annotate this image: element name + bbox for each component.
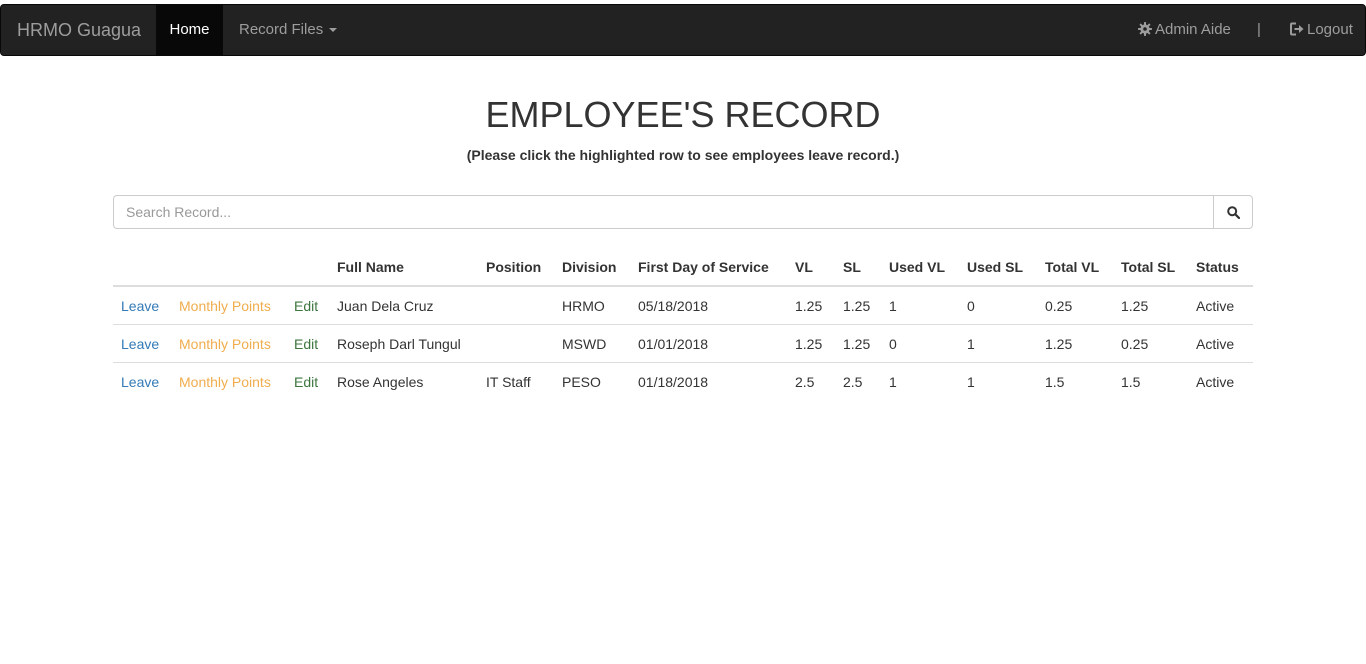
monthly-points-link-label: Monthly Points bbox=[179, 373, 271, 390]
cell-position: IT Staff bbox=[486, 373, 531, 390]
monthly-points-link[interactable]: Monthly Points bbox=[171, 363, 286, 401]
top-navbar: HRMO Guagua Home Record Files Admin Aide… bbox=[0, 4, 1366, 56]
cell-full-name: Roseph Darl Tungul bbox=[329, 324, 478, 363]
leave-link-label: Leave bbox=[121, 373, 160, 390]
cell-used-sl: 1 bbox=[967, 373, 975, 390]
edit-link-label: Edit bbox=[294, 373, 319, 390]
table-row[interactable]: Leave Monthly Points Edit Roseph Darl Tu… bbox=[113, 324, 1253, 363]
edit-link-label: Edit bbox=[294, 335, 319, 352]
leave-link[interactable]: Leave bbox=[113, 363, 171, 401]
nav-admin-aide[interactable]: Admin Aide bbox=[1138, 5, 1231, 55]
logout-icon bbox=[1290, 22, 1304, 36]
cell-position bbox=[478, 324, 554, 363]
page-subtitle: (Please click the highlighted row to see… bbox=[466, 147, 900, 163]
cell-vl: 2.5 bbox=[795, 373, 815, 390]
cell-total-vl: 1.5 bbox=[1045, 373, 1065, 390]
monthly-points-link-label: Monthly Points bbox=[179, 297, 271, 314]
table-header-row: Full Name Position Division First Day of… bbox=[113, 248, 1253, 287]
monthly-points-link[interactable]: Monthly Points bbox=[171, 324, 286, 363]
cell-used-vl: 0 bbox=[881, 324, 959, 363]
cell-full-name: Juan Dela Cruz bbox=[329, 286, 478, 325]
cell-sl: 1.25 bbox=[835, 286, 881, 325]
search-group bbox=[113, 195, 1253, 229]
edit-link[interactable]: Edit bbox=[286, 363, 329, 401]
column-header-vl: VL bbox=[787, 248, 835, 287]
column-header-total-vl: Total VL bbox=[1037, 248, 1113, 287]
table-row[interactable]: Leave Monthly Points Edit Juan Dela Cruz… bbox=[113, 286, 1253, 325]
cell-used-vl: 1 bbox=[889, 373, 897, 390]
edit-link-label: Edit bbox=[294, 297, 319, 314]
cell-status: Active bbox=[1196, 373, 1235, 390]
page-title: EMPLOYEE'S RECORD bbox=[485, 94, 881, 135]
column-header-sl: SL bbox=[835, 248, 881, 287]
nav-separator: | bbox=[1257, 21, 1261, 38]
table-row[interactable]: Leave Monthly Points Edit Rose Angeles I… bbox=[113, 363, 1253, 401]
nav-admin-label: Admin Aide bbox=[1155, 21, 1231, 38]
leave-link-label: Leave bbox=[121, 335, 160, 352]
cell-total-sl: 1.5 bbox=[1121, 373, 1141, 390]
cell-total-vl: 1.25 bbox=[1037, 324, 1113, 363]
column-header-position: Position bbox=[478, 248, 554, 287]
nav-record-files-label: Record Files bbox=[239, 21, 324, 38]
leave-link[interactable]: Leave bbox=[113, 286, 171, 325]
leave-link[interactable]: Leave bbox=[113, 324, 171, 363]
column-header bbox=[171, 248, 286, 287]
cell-total-sl: 1.25 bbox=[1113, 286, 1188, 325]
cell-division: PESO bbox=[562, 373, 601, 390]
column-header bbox=[286, 248, 329, 287]
cell-used-vl: 1 bbox=[881, 286, 959, 325]
nav-home[interactable]: Home bbox=[156, 5, 223, 55]
column-header-first-day: First Day of Service bbox=[630, 248, 787, 287]
column-header-total-sl: Total SL bbox=[1113, 248, 1188, 287]
cell-position bbox=[478, 286, 554, 325]
gear-icon bbox=[1138, 22, 1152, 36]
cell-total-vl: 0.25 bbox=[1037, 286, 1113, 325]
cell-division: MSWD bbox=[554, 324, 630, 363]
cell-total-sl: 0.25 bbox=[1113, 324, 1188, 363]
cell-first-day: 01/01/2018 bbox=[630, 324, 787, 363]
caret-down-icon bbox=[329, 28, 338, 33]
nav-logout-label: Logout bbox=[1307, 21, 1353, 38]
nav-logout[interactable]: Logout bbox=[1290, 5, 1353, 55]
edit-link[interactable]: Edit bbox=[286, 324, 329, 363]
employee-table: Full Name Position Division First Day of… bbox=[113, 248, 1253, 400]
cell-status: Active bbox=[1188, 324, 1253, 363]
cell-first-day: 01/18/2018 bbox=[638, 373, 709, 390]
cell-used-sl: 1 bbox=[959, 324, 1037, 363]
search-input[interactable] bbox=[113, 195, 1214, 229]
nav-home-label: Home bbox=[169, 21, 210, 38]
cell-full-name: Rose Angeles bbox=[337, 373, 424, 390]
leave-link-label: Leave bbox=[121, 297, 160, 314]
cell-used-sl: 0 bbox=[959, 286, 1037, 325]
cell-vl: 1.25 bbox=[787, 324, 835, 363]
brand-link[interactable]: HRMO Guagua bbox=[17, 5, 141, 55]
cell-first-day: 05/18/2018 bbox=[630, 286, 787, 325]
column-header-full-name: Full Name bbox=[329, 248, 478, 287]
column-header-used-sl: Used SL bbox=[959, 248, 1037, 287]
edit-link[interactable]: Edit bbox=[286, 286, 329, 325]
search-icon bbox=[1227, 206, 1240, 219]
monthly-points-link[interactable]: Monthly Points bbox=[171, 286, 286, 325]
cell-vl: 1.25 bbox=[787, 286, 835, 325]
cell-division: HRMO bbox=[554, 286, 630, 325]
column-header bbox=[113, 248, 171, 287]
column-header-status: Status bbox=[1188, 248, 1253, 287]
cell-sl: 2.5 bbox=[843, 373, 863, 390]
cell-status: Active bbox=[1188, 286, 1253, 325]
column-header-used-vl: Used VL bbox=[881, 248, 959, 287]
search-button[interactable] bbox=[1213, 195, 1253, 229]
nav-record-files-dropdown[interactable]: Record Files bbox=[239, 5, 338, 55]
cell-sl: 1.25 bbox=[835, 324, 881, 363]
monthly-points-link-label: Monthly Points bbox=[179, 335, 271, 352]
column-header-division: Division bbox=[554, 248, 630, 287]
